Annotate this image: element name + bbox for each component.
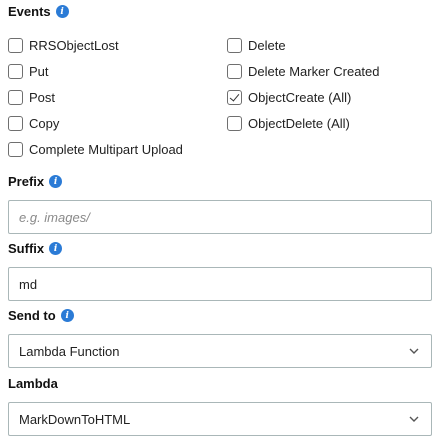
event-objectdelete-all[interactable]: ObjectDelete (All) [227,116,350,131]
send-to-label: Send to i [8,308,74,323]
event-copy[interactable]: Copy [8,116,59,131]
event-rrsobjectlost[interactable]: RRSObjectLost [8,38,119,53]
checkbox[interactable] [227,64,242,79]
send-to-value: Lambda Function [19,343,120,359]
event-post[interactable]: Post [8,90,55,105]
lambda-value: MarkDownToHTML [19,411,131,427]
event-complete-multipart-upload[interactable]: Complete Multipart Upload [8,142,183,157]
prefix-label: Prefix i [8,174,63,189]
info-icon[interactable]: i [49,242,63,255]
checkbox[interactable] [8,142,23,157]
chevron-down-icon [409,348,419,354]
prefix-input[interactable] [9,201,431,233]
chevron-down-icon [409,416,419,422]
lambda-select[interactable]: MarkDownToHTML [8,402,432,436]
lambda-label: Lambda [8,376,58,391]
event-objectcreate-all[interactable]: ObjectCreate (All) [227,90,351,105]
checkbox[interactable] [227,116,242,131]
event-delete[interactable]: Delete [227,38,286,53]
checkbox[interactable] [8,38,23,53]
info-icon[interactable]: i [55,5,69,18]
send-to-select[interactable]: Lambda Function [8,334,432,368]
checkbox[interactable] [8,90,23,105]
checkbox[interactable] [8,64,23,79]
checkbox[interactable] [8,116,23,131]
checkbox-checked[interactable] [227,90,242,105]
event-put[interactable]: Put [8,64,49,79]
info-icon[interactable]: i [60,309,74,322]
suffix-label: Suffix i [8,241,63,256]
suffix-input[interactable] [9,268,431,300]
event-delete-marker-created[interactable]: Delete Marker Created [227,64,380,79]
prefix-field[interactable] [8,200,432,234]
suffix-field[interactable] [8,267,432,301]
events-label: Events i [8,4,69,19]
info-icon[interactable]: i [49,175,63,188]
checkbox[interactable] [227,38,242,53]
